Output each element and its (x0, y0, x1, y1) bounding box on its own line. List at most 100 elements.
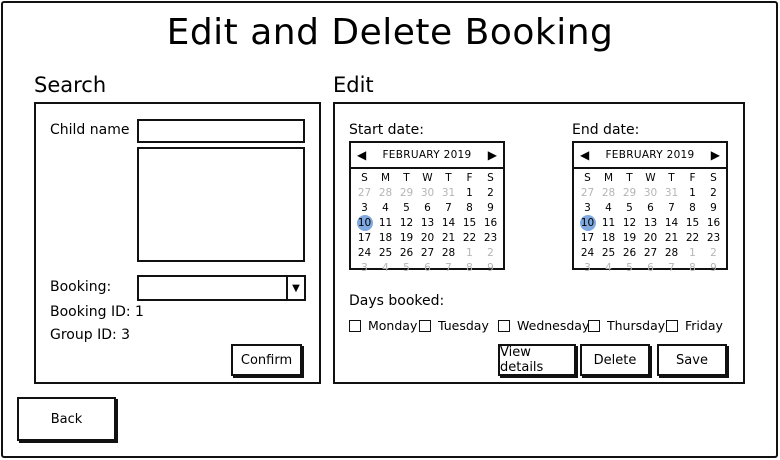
checkbox-icon[interactable] (666, 319, 678, 332)
calendar-day[interactable]: 6 (640, 261, 661, 276)
calendar-day[interactable]: 8 (459, 261, 480, 276)
calendar-day[interactable]: 23 (703, 231, 724, 246)
calendar-day[interactable]: 13 (640, 216, 661, 231)
save-button[interactable]: Save (657, 344, 727, 376)
calendar-day[interactable]: 11 (598, 216, 619, 231)
checkbox-icon[interactable] (349, 319, 361, 332)
child-name-results-list[interactable] (137, 147, 305, 262)
calendar-day[interactable]: 5 (619, 261, 640, 276)
calendar-day[interactable]: 2 (703, 186, 724, 201)
calendar-day[interactable]: 29 (396, 186, 417, 201)
calendar-day[interactable]: 1 (459, 246, 480, 261)
calendar-day[interactable]: 4 (375, 201, 396, 216)
calendar-day[interactable]: 25 (375, 246, 396, 261)
calendar-day[interactable]: 16 (480, 216, 501, 231)
calendar-day[interactable]: 24 (577, 246, 598, 261)
calendar-day[interactable]: 2 (480, 186, 501, 201)
confirm-button[interactable]: Confirm (231, 344, 302, 376)
calendar-day[interactable]: 10 (577, 215, 598, 231)
checkbox-thursday[interactable]: Thursday (588, 318, 665, 333)
calendar-day[interactable]: 9 (480, 261, 501, 276)
calendar-day[interactable]: 14 (438, 216, 459, 231)
child-name-input[interactable] (137, 119, 305, 143)
calendar-day[interactable]: 31 (438, 186, 459, 201)
calendar-day[interactable]: 15 (682, 216, 703, 231)
calendar-day[interactable]: 9 (703, 201, 724, 216)
calendar-day[interactable]: 3 (577, 261, 598, 276)
calendar-day[interactable]: 9 (480, 201, 501, 216)
calendar-day[interactable]: 18 (375, 231, 396, 246)
calendar-day[interactable]: 23 (480, 231, 501, 246)
calendar-day[interactable]: 27 (577, 186, 598, 201)
calendar-day[interactable]: 5 (396, 201, 417, 216)
calendar-day[interactable]: 17 (577, 231, 598, 246)
booking-select[interactable]: ▼ (137, 275, 306, 301)
calendar-day[interactable]: 2 (480, 246, 501, 261)
calendar-day[interactable]: 8 (459, 201, 480, 216)
calendar-day[interactable]: 4 (375, 261, 396, 276)
calendar-day[interactable]: 20 (417, 231, 438, 246)
checkbox-tuesday[interactable]: Tuesday (419, 318, 489, 333)
calendar-day[interactable]: 27 (640, 246, 661, 261)
calendar-day[interactable]: 10 (354, 215, 375, 231)
checkbox-icon[interactable] (588, 319, 600, 332)
prev-month-icon[interactable]: ◀ (357, 148, 366, 162)
calendar-day[interactable]: 18 (598, 231, 619, 246)
calendar-day[interactable]: 13 (417, 216, 438, 231)
checkbox-monday[interactable]: Monday (349, 318, 417, 333)
calendar-day[interactable]: 5 (619, 201, 640, 216)
calendar-day[interactable]: 28 (375, 186, 396, 201)
end-date-calendar[interactable]: ◀ FEBRUARY 2019 ▶ S M T W T F S 27 28 29 30 31 1 2 3 4 5 6 7 8… (572, 141, 728, 274)
calendar-day[interactable]: 12 (619, 216, 640, 231)
checkbox-icon[interactable] (498, 319, 510, 332)
calendar-day[interactable]: 29 (619, 186, 640, 201)
checkbox-icon[interactable] (419, 319, 431, 332)
calendar-day[interactable]: 7 (661, 261, 682, 276)
calendar-day[interactable]: 6 (417, 201, 438, 216)
calendar-day[interactable]: 7 (661, 201, 682, 216)
calendar-day[interactable]: 26 (619, 246, 640, 261)
calendar-day[interactable]: 11 (375, 216, 396, 231)
calendar-day[interactable]: 4 (598, 201, 619, 216)
calendar-day[interactable]: 27 (354, 186, 375, 201)
calendar-day[interactable]: 27 (417, 246, 438, 261)
prev-month-icon[interactable]: ◀ (580, 148, 589, 162)
calendar-day[interactable]: 15 (459, 216, 480, 231)
calendar-day[interactable]: 26 (396, 246, 417, 261)
calendar-day[interactable]: 19 (396, 231, 417, 246)
calendar-day[interactable]: 30 (417, 186, 438, 201)
calendar-day[interactable]: 3 (354, 201, 375, 216)
calendar-day[interactable]: 24 (354, 246, 375, 261)
chevron-down-icon[interactable]: ▼ (286, 277, 304, 299)
calendar-day[interactable]: 16 (703, 216, 724, 231)
calendar-day[interactable]: 22 (459, 231, 480, 246)
calendar-day[interactable]: 12 (396, 216, 417, 231)
calendar-day[interactable]: 2 (703, 246, 724, 261)
calendar-day[interactable]: 22 (682, 231, 703, 246)
calendar-day[interactable]: 7 (438, 261, 459, 276)
calendar-day[interactable]: 14 (661, 216, 682, 231)
calendar-day[interactable]: 28 (438, 246, 459, 261)
calendar-day[interactable]: 3 (577, 201, 598, 216)
next-month-icon[interactable]: ▶ (711, 148, 720, 162)
back-button[interactable]: Back (17, 397, 116, 441)
calendar-day[interactable]: 19 (619, 231, 640, 246)
calendar-day[interactable]: 6 (640, 201, 661, 216)
start-date-calendar[interactable]: ◀ FEBRUARY 2019 ▶ S M T W T F S 27 28 29 30 31 1 2 3 4 5 6 7 8… (349, 141, 505, 274)
calendar-day[interactable]: 4 (598, 261, 619, 276)
calendar-day[interactable]: 1 (682, 246, 703, 261)
calendar-day[interactable]: 8 (682, 261, 703, 276)
view-details-button[interactable]: View details (498, 344, 576, 376)
checkbox-friday[interactable]: Friday (666, 318, 723, 333)
calendar-day[interactable]: 21 (438, 231, 459, 246)
calendar-day[interactable]: 28 (661, 246, 682, 261)
selected-day[interactable]: 10 (579, 215, 596, 231)
calendar-day[interactable]: 30 (640, 186, 661, 201)
calendar-day[interactable]: 21 (661, 231, 682, 246)
calendar-day[interactable]: 6 (417, 261, 438, 276)
calendar-day[interactable]: 20 (640, 231, 661, 246)
calendar-day[interactable]: 9 (703, 261, 724, 276)
calendar-day[interactable]: 1 (682, 186, 703, 201)
calendar-day[interactable]: 5 (396, 261, 417, 276)
calendar-day[interactable]: 31 (661, 186, 682, 201)
